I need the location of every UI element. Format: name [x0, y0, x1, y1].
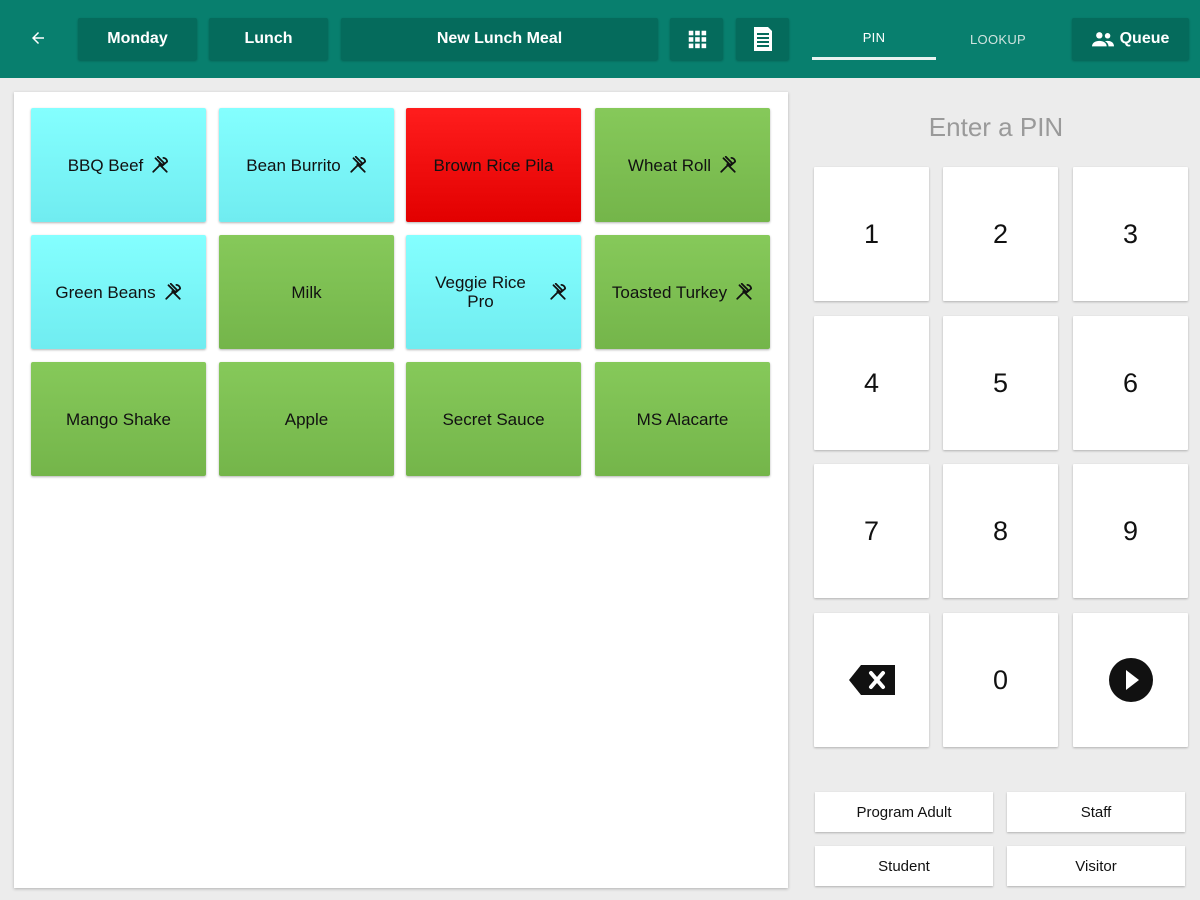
receipt-icon [753, 27, 772, 51]
digit-key-label: 4 [863, 367, 880, 398]
utensils-icon [164, 283, 182, 301]
menu-item[interactable]: Mango Shake [31, 362, 206, 476]
utensils-icon [549, 283, 567, 301]
digit-key[interactable]: 7 [814, 464, 929, 598]
menu-item-label: Veggie Rice Pro [435, 273, 526, 311]
meal-period-button[interactable]: Lunch [209, 18, 328, 60]
menu-item[interactable]: Toasted Turkey [595, 235, 770, 349]
day-button[interactable]: Monday [78, 18, 197, 60]
digit-key-label: 0 [992, 664, 1009, 695]
queue-label: Queue [1119, 30, 1170, 47]
grid-button[interactable] [670, 18, 723, 60]
menu-item-label: Wheat Roll [627, 155, 712, 175]
utensils-icon [151, 156, 169, 174]
digit-key[interactable]: 3 [1073, 167, 1188, 301]
digit-key-label: 6 [1122, 367, 1139, 398]
meal-name-button[interactable]: New Lunch Meal [341, 18, 658, 60]
utensils-icon [349, 156, 367, 174]
digit-key[interactable]: 2 [943, 167, 1058, 301]
digit-key[interactable]: 8 [943, 464, 1058, 598]
utensils-icon [735, 283, 753, 301]
menu-item[interactable]: MS Alacarte [595, 362, 770, 476]
backspace-key[interactable] [814, 613, 929, 747]
menu-item-label: BBQ Beef [67, 155, 144, 175]
people-icon [1091, 32, 1114, 47]
digit-key-label: 2 [992, 218, 1009, 249]
receipt-button[interactable] [736, 18, 789, 60]
role-button[interactable]: Visitor [1007, 846, 1185, 886]
digit-key-label: 1 [863, 218, 880, 249]
arrow-back-icon [32, 32, 44, 44]
pin-title: Enter a PIN [928, 112, 1064, 142]
menu-item-label: Bean Burrito [246, 155, 341, 175]
menu-item-label: Apple [284, 409, 329, 429]
menu-item-label: Toasted Turkey [611, 282, 728, 302]
backspace-icon [848, 665, 895, 695]
menu-item[interactable]: Brown Rice Pila [406, 108, 581, 222]
digit-key[interactable]: 4 [814, 316, 929, 450]
menu-item[interactable]: Veggie Rice Pro [406, 235, 581, 349]
digit-key[interactable]: 0 [943, 613, 1058, 747]
role-button[interactable]: Staff [1007, 792, 1185, 832]
digit-key[interactable]: 6 [1073, 316, 1188, 450]
menu-item[interactable]: Milk [219, 235, 394, 349]
back-button[interactable] [22, 24, 54, 52]
digit-key[interactable]: 9 [1073, 464, 1188, 598]
grid-icon [688, 30, 706, 49]
menu-item[interactable]: BBQ Beef [31, 108, 206, 222]
play-circle-icon [1108, 658, 1153, 702]
digit-key-label: 8 [992, 515, 1009, 546]
digit-key-label: 5 [992, 367, 1009, 398]
submit-key[interactable] [1073, 613, 1188, 747]
tab-pin[interactable]: PIN [812, 18, 936, 60]
menu-item[interactable]: Green Beans [31, 235, 206, 349]
menu-item[interactable]: Secret Sauce [406, 362, 581, 476]
menu-item-label: MS Alacarte [636, 409, 729, 429]
digit-key-label: 9 [1122, 515, 1139, 546]
role-button[interactable]: Program Adult [815, 792, 993, 832]
digit-key-label: 7 [863, 515, 880, 546]
digit-key[interactable]: 5 [943, 316, 1058, 450]
menu-item[interactable]: Apple [219, 362, 394, 476]
menu-item-label: Mango Shake [66, 409, 171, 429]
digit-key-label: 3 [1122, 218, 1139, 249]
menu-item-label: Secret Sauce [442, 409, 545, 429]
menu-item-label: Milk [291, 282, 322, 302]
tab-lookup[interactable]: LOOKUP [936, 18, 1060, 60]
role-button[interactable]: Student [815, 846, 993, 886]
menu-item[interactable]: Wheat Roll [595, 108, 770, 222]
menu-item-label: Brown Rice Pila [433, 155, 554, 175]
digit-key[interactable]: 1 [814, 167, 929, 301]
menu-item-label: Green Beans [55, 282, 156, 302]
top-bar: Monday Lunch New Lunch Meal PIN LOOKUP Q… [0, 0, 1200, 78]
utensils-icon [719, 156, 737, 174]
menu-item[interactable]: Bean Burrito [219, 108, 394, 222]
queue-button[interactable]: Queue [1072, 18, 1189, 60]
